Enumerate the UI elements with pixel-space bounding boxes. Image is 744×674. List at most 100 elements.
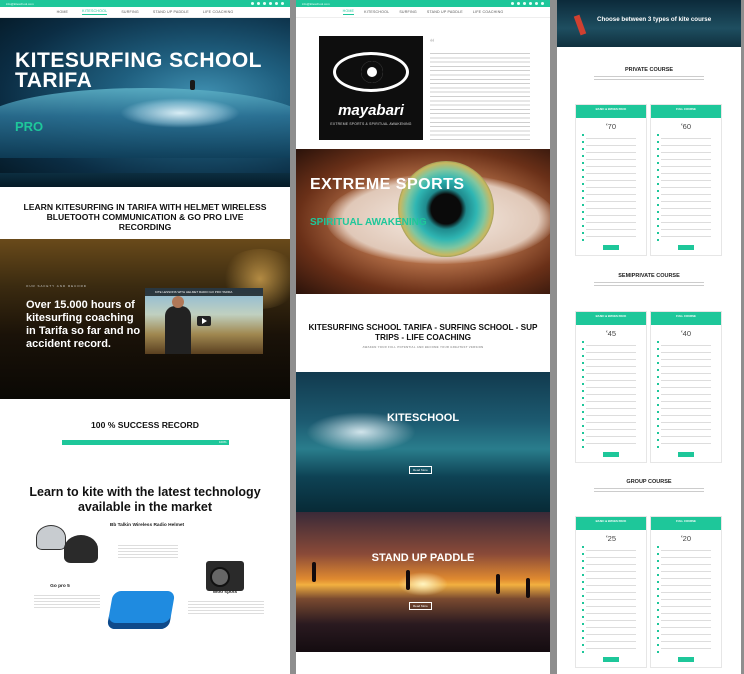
course-title: SEMIPRIVATE COURSE — [618, 273, 680, 279]
product-name-helmet: Bb Talkin Wireless Radio Helmet — [109, 523, 185, 528]
twitter-icon[interactable] — [517, 2, 520, 5]
card-price: €25 — [605, 534, 616, 543]
kiteschool-card[interactable]: KITESCHOOL Read More — [296, 372, 550, 512]
nav-home[interactable]: HOME — [342, 9, 355, 15]
kite-image — [573, 14, 587, 36]
instagram-icon[interactable] — [263, 2, 266, 5]
instagram-icon[interactable] — [523, 2, 526, 5]
main-nav: HOME KITESCHOOL SURFING STAND UP PADDLE … — [0, 7, 290, 18]
courses-hero-title: Choose between 3 types of kite course — [597, 16, 712, 23]
book-button[interactable] — [603, 657, 619, 662]
card-price: €70 — [605, 122, 616, 131]
book-button[interactable] — [678, 245, 694, 250]
success-progress-bar: 100% — [61, 440, 229, 445]
whatsapp-icon[interactable] — [535, 2, 538, 5]
sup-card[interactable]: STAND UP PADDLE Read More — [296, 512, 550, 652]
hero-bottom-shade — [0, 173, 290, 187]
card-header: BASIC & WAVES PACK — [576, 105, 646, 113]
email-icon[interactable] — [281, 2, 284, 5]
twitter-icon[interactable] — [257, 2, 260, 5]
youtube-icon[interactable] — [529, 2, 532, 5]
whatsapp-icon[interactable] — [275, 2, 278, 5]
page-kitesurfing-pro: info@kiteschool.com HOME KITESCHOOL SURF… — [0, 0, 290, 674]
instructor-figure — [165, 296, 191, 354]
nav-kiteschool[interactable]: KITESCHOOL — [82, 9, 108, 15]
card-feature-list — [657, 546, 711, 654]
price-cards-group: BASIC & WAVES PACK €25 FULL COURSE €20 — [575, 516, 723, 668]
card-feature-list — [582, 134, 636, 242]
nav-kiteschool[interactable]: KITESCHOOL — [364, 10, 389, 14]
book-button[interactable] — [603, 452, 619, 457]
price-card: FULL COURSE €40 — [650, 311, 722, 463]
video-section: OUR SAFETY AND RECORD Over 15.000 hours … — [0, 239, 290, 399]
course-title: PRIVATE COURSE — [624, 67, 674, 73]
learn-title: Learn to kite with the latest technology… — [29, 485, 261, 514]
facebook-icon[interactable] — [511, 2, 514, 5]
sup-read-more-button[interactable]: Read More — [409, 602, 432, 610]
nav-surfing[interactable]: SURFING — [399, 10, 417, 14]
woo-sensor-image — [106, 591, 176, 629]
hero-title: KITESURFING SCHOOL TARIFA — [15, 49, 262, 92]
social-icons — [251, 2, 284, 5]
product-desc-helmet — [118, 545, 178, 559]
price-cards-semiprivate: BASIC & WAVES PACK €45 FULL COURSE €40 — [575, 311, 723, 463]
services-title: KITESURFING SCHOOL TARIFA - SURFING SCHO… — [308, 323, 538, 342]
price-card: FULL COURSE €20 — [650, 516, 722, 668]
nav-sup[interactable]: STAND UP PADDLE — [153, 10, 189, 14]
contact-email[interactable]: info@kiteschool.com — [302, 2, 330, 6]
youtube-icon[interactable] — [269, 2, 272, 5]
embedded-video[interactable]: KITE LESSONS WITH HELMET RADIO GO PRO TA… — [145, 288, 263, 354]
eye-logo-icon — [333, 52, 409, 92]
nav-life-coaching[interactable]: LIFE COACHING — [203, 10, 234, 14]
card-header: FULL COURSE — [651, 105, 721, 113]
nav-life-coaching[interactable]: LIFE COACHING — [473, 10, 504, 14]
progress-label: 100% — [218, 440, 227, 444]
facebook-icon[interactable] — [251, 2, 254, 5]
price-card: BASIC & WAVES PACK €25 — [575, 516, 647, 668]
video-headline: Over 15.000 hours of kitesurfing coachin… — [26, 299, 141, 350]
course-block-private: PRIVATE COURSE — [557, 67, 741, 82]
product-name-woo: Woo spots — [212, 590, 238, 595]
main-nav: HOME KITESCHOOL SURFING STAND UP PADDLE … — [296, 7, 550, 18]
nav-sup[interactable]: STAND UP PADDLE — [427, 10, 463, 14]
page-kite-courses: Choose between 3 types of kite course PR… — [557, 0, 741, 674]
success-section: 100 % SUCCESS RECORD 100% — [0, 399, 290, 485]
card-price: €60 — [680, 122, 691, 131]
progress-fill: 100% — [61, 440, 229, 445]
hero-banner: KITESURFING SCHOOL TARIFA PRO — [0, 18, 290, 187]
contact-email[interactable]: info@kiteschool.com — [6, 2, 34, 6]
price-card: BASIC & WAVES PACK €45 — [575, 311, 647, 463]
card-feature-list — [582, 546, 636, 654]
book-button[interactable] — [678, 452, 694, 457]
eye-hero-banner: EXTREME SPORTS SPIRITUAL AWAKENING — [296, 149, 550, 294]
top-bar: info@kiteschool.com — [296, 0, 550, 7]
price-cards-private: BASIC & WAVES PACK €70 FULL COURSE €60 — [575, 104, 723, 256]
play-icon[interactable] — [197, 316, 211, 326]
video-kicker: OUR SAFETY AND RECORD — [26, 284, 87, 288]
course-subtitle — [594, 76, 704, 82]
card-price: €45 — [605, 329, 616, 338]
course-title: GROUP COURSE — [626, 479, 672, 485]
book-button[interactable] — [603, 245, 619, 250]
kiteschool-read-more-button[interactable]: Read More — [409, 466, 432, 474]
courses-hero: Choose between 3 types of kite course — [557, 0, 741, 47]
book-button[interactable] — [678, 657, 694, 662]
helmet-white-image — [36, 525, 66, 550]
paddler-figure — [312, 562, 316, 582]
email-icon[interactable] — [541, 2, 544, 5]
video-title: KITE LESSONS WITH HELMET RADIO GO PRO TA… — [155, 290, 233, 294]
product-desc-gopro — [34, 595, 100, 609]
product-name-gopro: Go pro 5 — [50, 584, 70, 589]
card-price: €20 — [680, 534, 691, 543]
price-card: BASIC & WAVES PACK €70 — [575, 104, 647, 256]
nav-surfing[interactable]: SURFING — [121, 10, 139, 14]
products-grid: Bb Talkin Wireless Radio Helmet Go pro 5… — [0, 515, 290, 674]
success-title: 100 % SUCCESS RECORD — [91, 420, 199, 430]
services-header: KITESURFING SCHOOL TARIFA - SURFING SCHO… — [296, 294, 550, 372]
course-block-group: GROUP COURSE — [557, 479, 741, 494]
card-header: BASIC & WAVES PACK — [576, 517, 646, 525]
card-feature-list — [657, 341, 711, 449]
card-feature-list — [657, 134, 711, 242]
course-subtitle — [594, 488, 704, 494]
nav-home[interactable]: HOME — [57, 10, 69, 14]
